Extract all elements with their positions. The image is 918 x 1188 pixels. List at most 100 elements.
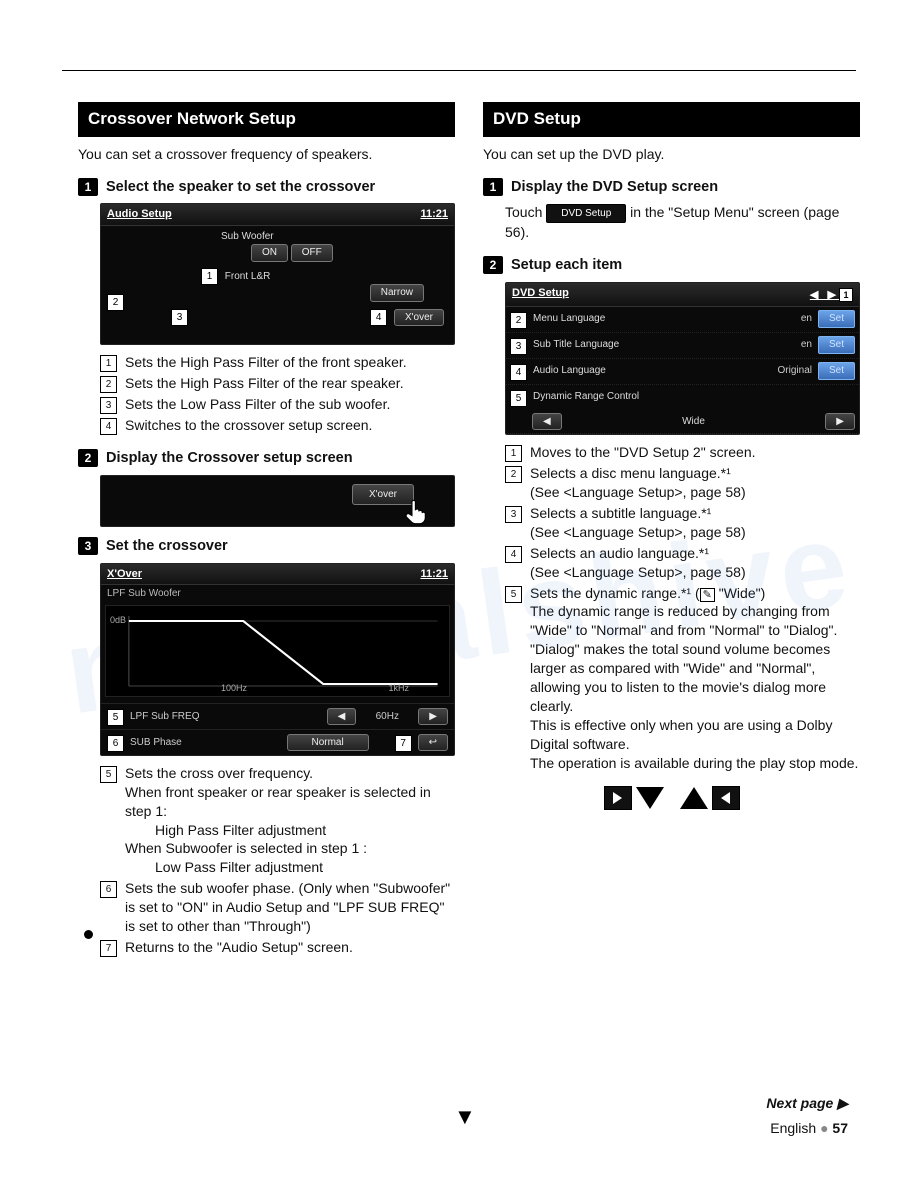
callout-num-2: 2 (100, 376, 117, 393)
dvd-step-1-title: Display the DVD Setup screen (511, 178, 718, 198)
audio-lang-label: Audio Language (533, 364, 756, 378)
step-1-title: Select the speaker to set the crossover (106, 178, 375, 198)
step1-callouts: 1 Sets the High Pass Filter of the front … (100, 353, 455, 435)
dvd-setup-chip[interactable]: DVD Setup (546, 204, 626, 224)
step-badge-2: 2 (78, 449, 98, 467)
freq-value: 60Hz (362, 710, 412, 724)
callout-1: Sets the High Pass Filter of the front s… (125, 353, 455, 372)
subtitle-lang-set-button[interactable]: Set (818, 336, 855, 354)
callout-7: Returns to the "Audio Setup" screen. (125, 938, 455, 957)
callout-6: Sets the sub woofer phase. (Only when "S… (125, 879, 455, 936)
lpf-sub-freq-label: LPF Sub FREQ (130, 710, 321, 724)
callout-3: Sets the Low Pass Filter of the sub woof… (125, 395, 455, 414)
step-badge-1: 1 (78, 178, 98, 196)
sub-phase-label: SUB Phase (130, 736, 281, 750)
play-left-icon (712, 786, 740, 810)
callout-2: Sets the High Pass Filter of the rear sp… (125, 374, 455, 393)
ss-title: Audio Setup (107, 207, 172, 222)
ss-subwoofer-label: Sub Woofer (221, 230, 274, 244)
menu-lang-set-button[interactable]: Set (818, 310, 855, 328)
menu-lang-label: Menu Language (533, 312, 766, 326)
step3-callouts: 5 Sets the cross over frequency. When fr… (100, 764, 455, 957)
dvd-step-2-title: Setup each item (511, 256, 622, 276)
subwoofer-on-button[interactable]: ON (251, 244, 288, 262)
callout-5: Sets the cross over frequency. When fron… (125, 764, 455, 877)
callout-num-7: 7 (100, 940, 117, 957)
subtitle-lang-value: en (772, 338, 812, 352)
step-3-title: Set the crossover (106, 537, 228, 557)
crossover-intro: You can set a crossover frequency of spe… (78, 145, 455, 164)
drc-value: Wide (568, 415, 820, 429)
callout-num-1: 1 (100, 355, 117, 372)
dvd-cn-1: 1 (505, 445, 522, 462)
xover-screenshot: X'Over 11:21 LPF Sub Woofer 0dB 100Hz 1k… (100, 563, 455, 756)
step-1-header: 1 Select the speaker to set the crossove… (78, 178, 455, 198)
dvd-c3: Selects a subtitle language.*¹ (See <Lan… (530, 504, 860, 542)
step-2-title: Display the Crossover setup screen (106, 449, 353, 469)
ss-time: 11:21 (420, 207, 448, 222)
graph-1khz: 1kHz (388, 682, 409, 694)
page-footer: Next page ▶ English ● 57 (766, 1094, 848, 1138)
margin-dot (84, 930, 93, 939)
graph-100hz: 100Hz (221, 682, 247, 694)
dvd-cn-5: 5 (505, 586, 522, 603)
dvd-c2: Selects a disc menu language.*¹ (See <La… (530, 464, 860, 502)
dvd-ss-nav: ◀ ▶ 1 (810, 286, 853, 303)
step-badge-3: 3 (78, 537, 98, 555)
step-2-header: 2 Display the Crossover setup screen (78, 449, 455, 469)
callout-num-3: 3 (100, 397, 117, 414)
callout-num-6: 6 (100, 881, 117, 898)
front-lr-label: Front L&R (225, 271, 271, 282)
dvd-cn-2: 2 (505, 466, 522, 483)
nav-arrows (483, 786, 860, 810)
audio-lang-value: Original (762, 364, 812, 378)
footer-language: English (770, 1120, 816, 1136)
xover-button-screenshot: X'over (100, 475, 455, 527)
dvd-c5: Sets the dynamic range.*¹ (✎ "Wide") The… (530, 584, 860, 773)
callout-4: Switches to the crossover setup screen. (125, 416, 455, 435)
section-title-crossover: Crossover Network Setup (78, 102, 455, 137)
two-column-layout: Crossover Network Setup You can set a cr… (78, 102, 860, 971)
xover-ss-title: X'Over (107, 567, 142, 582)
manual-page: manualshive Crossover Network Setup You … (0, 0, 918, 1188)
pencil-icon: ✎ (700, 588, 715, 602)
narrow-button[interactable]: Narrow (370, 284, 424, 302)
freq-right-button[interactable]: ▶ (418, 708, 448, 726)
play-right-icon (604, 786, 632, 810)
dvd-cn-4: 4 (505, 546, 522, 563)
pointer-hand-icon (402, 498, 430, 526)
subwoofer-off-button[interactable]: OFF (291, 244, 333, 262)
xover-button[interactable]: X'over (394, 309, 444, 327)
callout-num-4: 4 (100, 418, 117, 435)
dvd-step-1-header: 1 Display the DVD Setup screen (483, 178, 860, 198)
dvd-ss-title: DVD Setup (512, 286, 569, 303)
next-page-label: Next page ▶ (766, 1094, 848, 1113)
right-column: DVD Setup You can set up the DVD play. 1… (483, 102, 860, 971)
drc-right-button[interactable]: ▶ (825, 413, 855, 431)
xover-graph: 0dB 100Hz 1kHz (105, 605, 450, 697)
graph-0db: 0dB (110, 614, 126, 626)
drc-left-button[interactable]: ◀ (532, 413, 562, 431)
column-continue-arrow-icon: ▼ (454, 1102, 476, 1132)
dvd-intro: You can set up the DVD play. (483, 145, 860, 164)
left-column: Crossover Network Setup You can set a cr… (78, 102, 455, 971)
drc-label: Dynamic Range Control (533, 390, 855, 404)
dvd-step1-body: Touch DVD Setup in the "Setup Menu" scre… (505, 203, 860, 242)
dvd-step-2-header: 2 Setup each item (483, 256, 860, 276)
dvd-c1: Moves to the "DVD Setup 2" screen. (530, 443, 860, 462)
freq-left-button[interactable]: ◀ (327, 708, 357, 726)
lpf-label: LPF Sub Woofer (101, 585, 454, 601)
triangle-up-icon (680, 787, 708, 809)
dvd-callouts: 1 Moves to the "DVD Setup 2" screen. 2 Se… (505, 443, 860, 772)
dvd-step-badge-2: 2 (483, 256, 503, 274)
return-button[interactable]: ↩ (418, 734, 448, 752)
audio-setup-screenshot: Audio Setup 11:21 Sub Woofer ON OFF 1 Fr… (100, 203, 455, 345)
dvd-c4: Selects an audio language.*¹ (See <Langu… (530, 544, 860, 582)
audio-lang-set-button[interactable]: Set (818, 362, 855, 380)
dvd-cn-3: 3 (505, 506, 522, 523)
sub-phase-value[interactable]: Normal (287, 734, 369, 752)
step-3-header: 3 Set the crossover (78, 537, 455, 557)
dvd-step-badge-1: 1 (483, 178, 503, 196)
subtitle-lang-label: Sub Title Language (533, 338, 766, 352)
section-title-dvd: DVD Setup (483, 102, 860, 137)
